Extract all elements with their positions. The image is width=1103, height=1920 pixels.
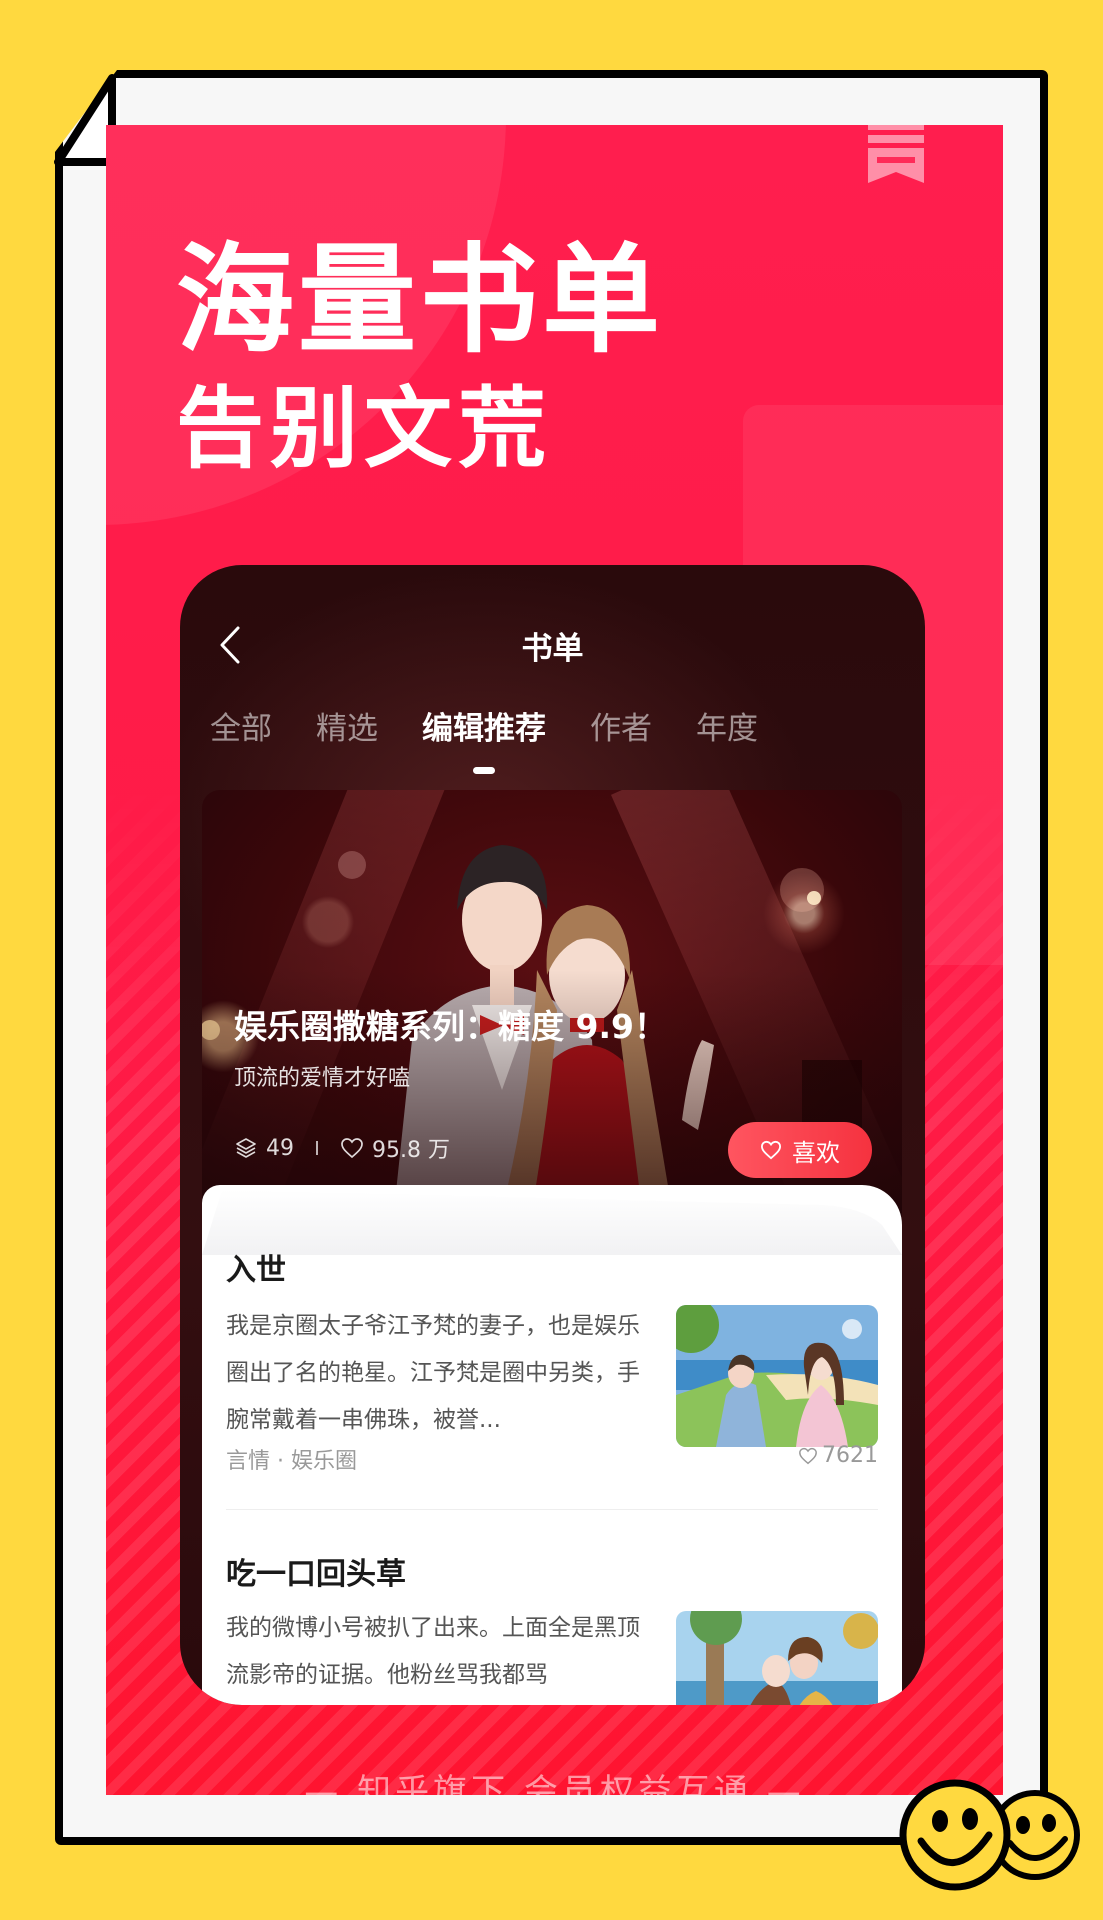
list-divider	[226, 1509, 878, 1510]
book-likes-count: 7621	[822, 1443, 878, 1468]
beach-couple-illustration	[676, 1305, 878, 1447]
featured-title: 娱乐圈撒糖系列：糖度 9.9！	[234, 1007, 667, 1046]
heart-outline-icon	[799, 1447, 817, 1464]
headline-line-2: 告别文荒	[176, 376, 553, 480]
tab-label: 编辑推荐	[422, 711, 546, 747]
list-item[interactable]: 吃一口回头草 我的微博小号被扒了出来。上面全是黑顶流影帝的证据。他粉丝骂我都骂	[226, 1549, 878, 1705]
tab-label: 精选	[316, 711, 378, 747]
like-count: 95.8 万	[372, 1138, 450, 1163]
book-count: 49	[266, 1135, 294, 1161]
tab-active-indicator	[473, 767, 495, 774]
headline: 海量书单 告别文荒	[176, 235, 664, 483]
heart-outline-icon	[341, 1138, 363, 1159]
phone-screen: 书单 全部 精选 编辑推荐 作者 年度 娱乐圈撒糖系列：糖度 9.9！ 顶流的爱…	[180, 565, 925, 1705]
smiley-icon	[899, 1779, 1011, 1891]
featured-booklist-banner[interactable]: 娱乐圈撒糖系列：糖度 9.9！ 顶流的爱情才好嗑 49 95.8 万 喜欢	[202, 790, 902, 1230]
book-likes: 7621	[798, 1443, 878, 1468]
tab-featured[interactable]: 精选	[316, 703, 378, 748]
tab-annual[interactable]: 年度	[696, 703, 758, 748]
tab-label: 年度	[696, 711, 758, 747]
like-button[interactable]: 喜欢	[728, 1122, 872, 1178]
like-button-label: 喜欢	[792, 1138, 840, 1167]
nav-bar: 书单	[180, 615, 925, 675]
book-tags: 言情 · 娱乐圈	[226, 1449, 357, 1474]
book-description: 我是京圈太子爷江予梵的妻子，也是娱乐圈出了名的艳星。江予梵是圈中另类，手腕常戴着…	[226, 1313, 640, 1433]
tab-all[interactable]: 全部	[210, 703, 272, 748]
tab-label: 作者	[590, 711, 652, 747]
tab-label: 全部	[210, 711, 272, 747]
kissing-couple-illustration	[676, 1611, 878, 1705]
nav-title: 书单	[521, 630, 584, 667]
back-button[interactable]	[210, 621, 250, 669]
smiley-faces-decor	[899, 1779, 1080, 1891]
heart-outline-icon	[760, 1140, 782, 1160]
book-cover	[676, 1305, 878, 1447]
book-title: 入世	[226, 1253, 286, 1288]
chevron-left-icon	[220, 626, 240, 664]
tab-bar: 全部 精选 编辑推荐 作者 年度	[210, 703, 758, 774]
tagline: — 知乎旗下 会员权益互通 —	[304, 1772, 805, 1795]
layers-icon	[236, 1138, 256, 1158]
stats-separator	[316, 1141, 318, 1155]
bookmark-icon	[868, 125, 924, 183]
book-cover	[676, 1611, 878, 1705]
featured-subtitle: 顶流的爱情才好嗑	[234, 1066, 411, 1091]
book-description: 我的微博小号被扒了出来。上面全是黑顶流影帝的证据。他粉丝骂我都骂	[226, 1615, 640, 1688]
headline-line-1: 海量书单	[176, 230, 665, 369]
list-item[interactable]: 入世 我是京圈太子爷江予梵的妻子，也是娱乐圈出了名的艳星。江予梵是圈中另类，手腕…	[226, 1245, 878, 1475]
tab-authors[interactable]: 作者	[590, 703, 652, 748]
featured-stats: 49 95.8 万	[234, 1132, 450, 1164]
book-list: 入世 我是京圈太子爷江予梵的妻子，也是娱乐圈出了名的艳星。江予梵是圈中另类，手腕…	[202, 1185, 902, 1705]
book-title: 吃一口回头草	[226, 1557, 406, 1592]
tab-editor-picks[interactable]: 编辑推荐	[422, 703, 546, 774]
